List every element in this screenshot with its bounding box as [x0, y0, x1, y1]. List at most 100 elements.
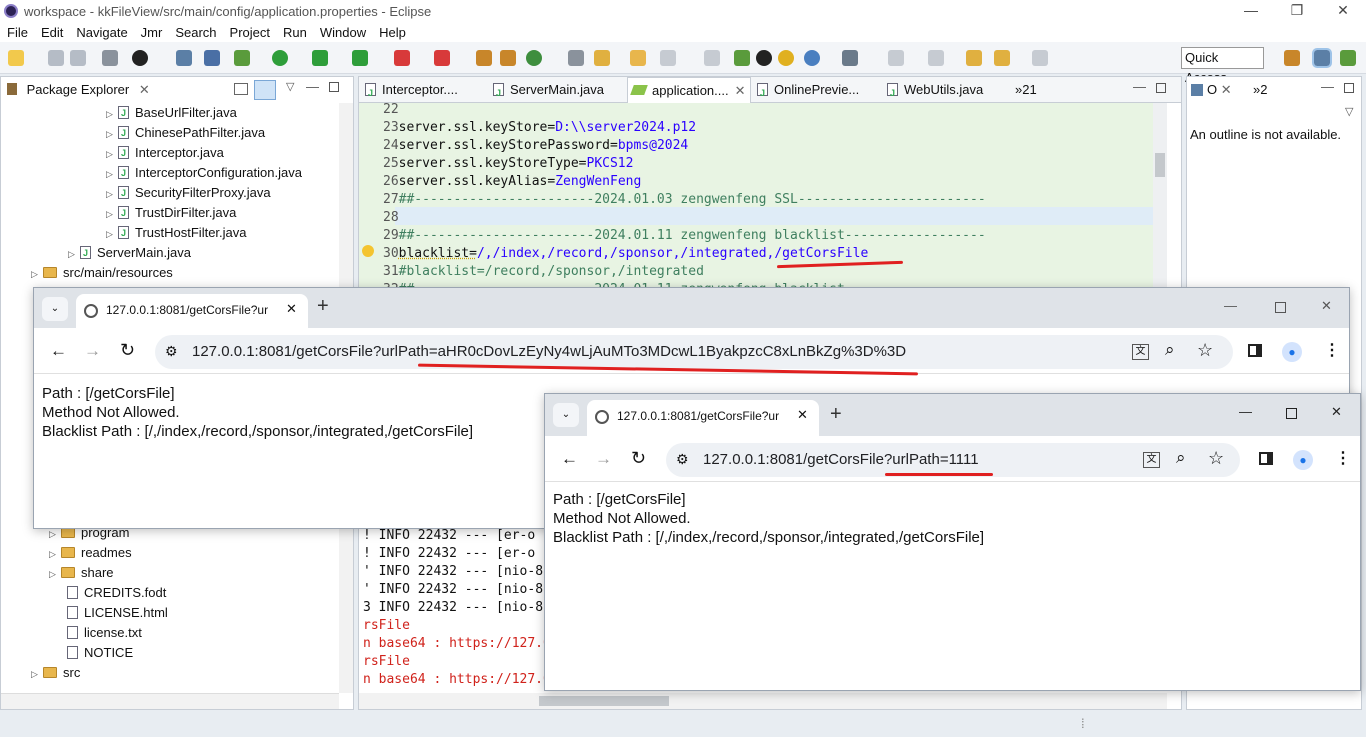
- editor-tab[interactable]: Interceptor....: [365, 77, 485, 106]
- minimize-button[interactable]: —: [1228, 0, 1274, 22]
- debug-icon[interactable]: [234, 50, 250, 66]
- profile-avatar[interactable]: ●: [1282, 342, 1302, 362]
- console-scroll-thumb[interactable]: [539, 696, 669, 706]
- tree-item[interactable]: ▷BaseUrlFilter.java: [1, 103, 341, 123]
- more-views-button[interactable]: »2: [1253, 77, 1277, 103]
- more-tabs-button[interactable]: »21: [1015, 77, 1055, 103]
- editor-tab[interactable]: OnlinePrevie...: [757, 77, 883, 106]
- minimize-view-icon[interactable]: —: [1133, 79, 1146, 94]
- editor-tab[interactable]: WebUtils.java: [887, 77, 1013, 106]
- tree-item[interactable]: license.txt: [1, 623, 341, 643]
- view-menu-icon[interactable]: ▽: [286, 80, 294, 93]
- new-icon[interactable]: [8, 50, 24, 66]
- collapse-all-icon[interactable]: [234, 83, 248, 95]
- close-tab-icon[interactable]: ✕: [735, 83, 746, 98]
- help-icon[interactable]: [756, 50, 772, 66]
- more-menu-icon[interactable]: ⋮: [1335, 448, 1351, 468]
- more-menu-icon[interactable]: ⋮: [1324, 340, 1340, 360]
- reload-icon[interactable]: ↻: [120, 340, 135, 361]
- browser-tab[interactable]: 127.0.0.1:8081/getCorsFile?ur ✕: [76, 294, 308, 328]
- horizontal-scrollbar[interactable]: [1, 693, 339, 709]
- browser-tab[interactable]: 127.0.0.1:8081/getCorsFile?ur ✕: [587, 400, 819, 436]
- tab-search-button[interactable]: ⌄: [42, 297, 68, 321]
- back-icon[interactable]: ←: [561, 449, 578, 469]
- stop-icon[interactable]: [394, 50, 410, 66]
- target-icon[interactable]: [132, 50, 148, 66]
- forward-icon[interactable]: →: [84, 341, 101, 361]
- new-tab-button[interactable]: +: [830, 403, 842, 426]
- bookmark-star-icon[interactable]: ☆: [1208, 448, 1224, 469]
- question-icon[interactable]: [778, 50, 794, 66]
- debug-perspective-icon[interactable]: [1340, 50, 1356, 66]
- editor-tab[interactable]: ServerMain.java: [493, 77, 619, 106]
- editor-scroll-thumb[interactable]: [1155, 153, 1165, 177]
- outline-tab[interactable]: O ✕: [1191, 77, 1241, 103]
- maximize-view-icon[interactable]: [1344, 83, 1354, 93]
- package-explorer-tab[interactable]: Package Explorer ✕: [7, 77, 157, 103]
- open-perspective-icon[interactable]: [1284, 50, 1300, 66]
- site-info-icon[interactable]: ⚙: [676, 451, 689, 468]
- close-tab-icon[interactable]: ✕: [286, 301, 297, 317]
- menu-edit[interactable]: Edit: [41, 25, 63, 40]
- close-button[interactable]: ✕: [1320, 0, 1366, 22]
- zoom-icon[interactable]: ⌕: [1165, 340, 1175, 360]
- tree-item[interactable]: ▷TrustHostFilter.java: [1, 223, 341, 243]
- address-bar[interactable]: ⚙ 127.0.0.1:8081/getCorsFile?urlPath=111…: [666, 443, 1240, 477]
- sort-icon[interactable]: [842, 50, 858, 66]
- editor-tab-active[interactable]: application.... ✕: [627, 77, 751, 103]
- tree-item[interactable]: ▷ readmes: [1, 543, 341, 563]
- tree-item[interactable]: ▷SecurityFilterProxy.java: [1, 183, 341, 203]
- side-panel-icon[interactable]: [1248, 344, 1262, 357]
- url-text[interactable]: 127.0.0.1:8081/getCorsFile?urlPath=aHR0c…: [192, 343, 906, 360]
- back-icon[interactable]: ←: [50, 341, 67, 361]
- close-button[interactable]: ✕: [1331, 404, 1342, 420]
- close-tab-icon[interactable]: ✕: [797, 407, 808, 423]
- folder-icon[interactable]: [630, 50, 646, 66]
- menu-help[interactable]: Help: [379, 25, 406, 40]
- new-tab-button[interactable]: +: [317, 295, 329, 318]
- profile-avatar[interactable]: ●: [1293, 450, 1313, 470]
- maximize-button[interactable]: [1275, 302, 1286, 313]
- menu-file[interactable]: File: [7, 25, 28, 40]
- restore-button[interactable]: ❐: [1274, 0, 1320, 22]
- tree-item[interactable]: NOTICE: [1, 643, 341, 663]
- menu-run[interactable]: Run: [283, 25, 307, 40]
- annotation-icon[interactable]: [660, 50, 676, 66]
- run-icon[interactable]: [272, 50, 288, 66]
- side-panel-icon[interactable]: [1259, 452, 1273, 465]
- open-type-icon[interactable]: [568, 50, 584, 66]
- console-icon[interactable]: [176, 50, 192, 66]
- tree-item[interactable]: ▷ServerMain.java: [1, 243, 341, 263]
- tree-item[interactable]: ▷TrustDirFilter.java: [1, 203, 341, 223]
- package-icon[interactable]: [500, 50, 516, 66]
- java-perspective-icon[interactable]: [1312, 48, 1332, 68]
- maximize-view-icon[interactable]: [329, 82, 339, 92]
- reload-icon[interactable]: ↻: [631, 448, 646, 469]
- globe-icon[interactable]: [804, 50, 820, 66]
- print-icon[interactable]: [102, 50, 118, 66]
- hierarchy-icon[interactable]: [476, 50, 492, 66]
- forward-icon[interactable]: →: [595, 449, 612, 469]
- translate-icon[interactable]: 文: [1143, 452, 1160, 468]
- link-editor-icon[interactable]: [254, 80, 276, 100]
- menu-window[interactable]: Window: [320, 25, 366, 40]
- forward-icon[interactable]: [1032, 50, 1048, 66]
- maximize-view-icon[interactable]: [1156, 83, 1166, 93]
- console-scrollbar[interactable]: [359, 693, 1167, 709]
- pin-icon[interactable]: [204, 50, 220, 66]
- save-all-icon[interactable]: [70, 50, 86, 66]
- tree-item[interactable]: ▷InterceptorConfiguration.java: [1, 163, 341, 183]
- bug-icon[interactable]: [734, 50, 750, 66]
- site-info-icon[interactable]: ⚙: [165, 343, 178, 360]
- tree-item[interactable]: ▷ share: [1, 563, 341, 583]
- maximize-button[interactable]: [1286, 408, 1297, 419]
- address-bar[interactable]: ⚙ 127.0.0.1:8081/getCorsFile?urlPath=aHR…: [155, 335, 1233, 369]
- deploy-icon[interactable]: [434, 50, 450, 66]
- close-tab-icon[interactable]: ✕: [1221, 82, 1232, 97]
- url-text[interactable]: 127.0.0.1:8081/getCorsFile?urlPath=1111: [703, 451, 979, 468]
- bookmark-star-icon[interactable]: ☆: [1197, 340, 1213, 361]
- paragraph-icon[interactable]: [704, 50, 720, 66]
- menu-project[interactable]: Project: [230, 25, 270, 40]
- quick-access-input[interactable]: Quick Access: [1181, 47, 1264, 85]
- tree-item[interactable]: ▷Interceptor.java: [1, 143, 341, 163]
